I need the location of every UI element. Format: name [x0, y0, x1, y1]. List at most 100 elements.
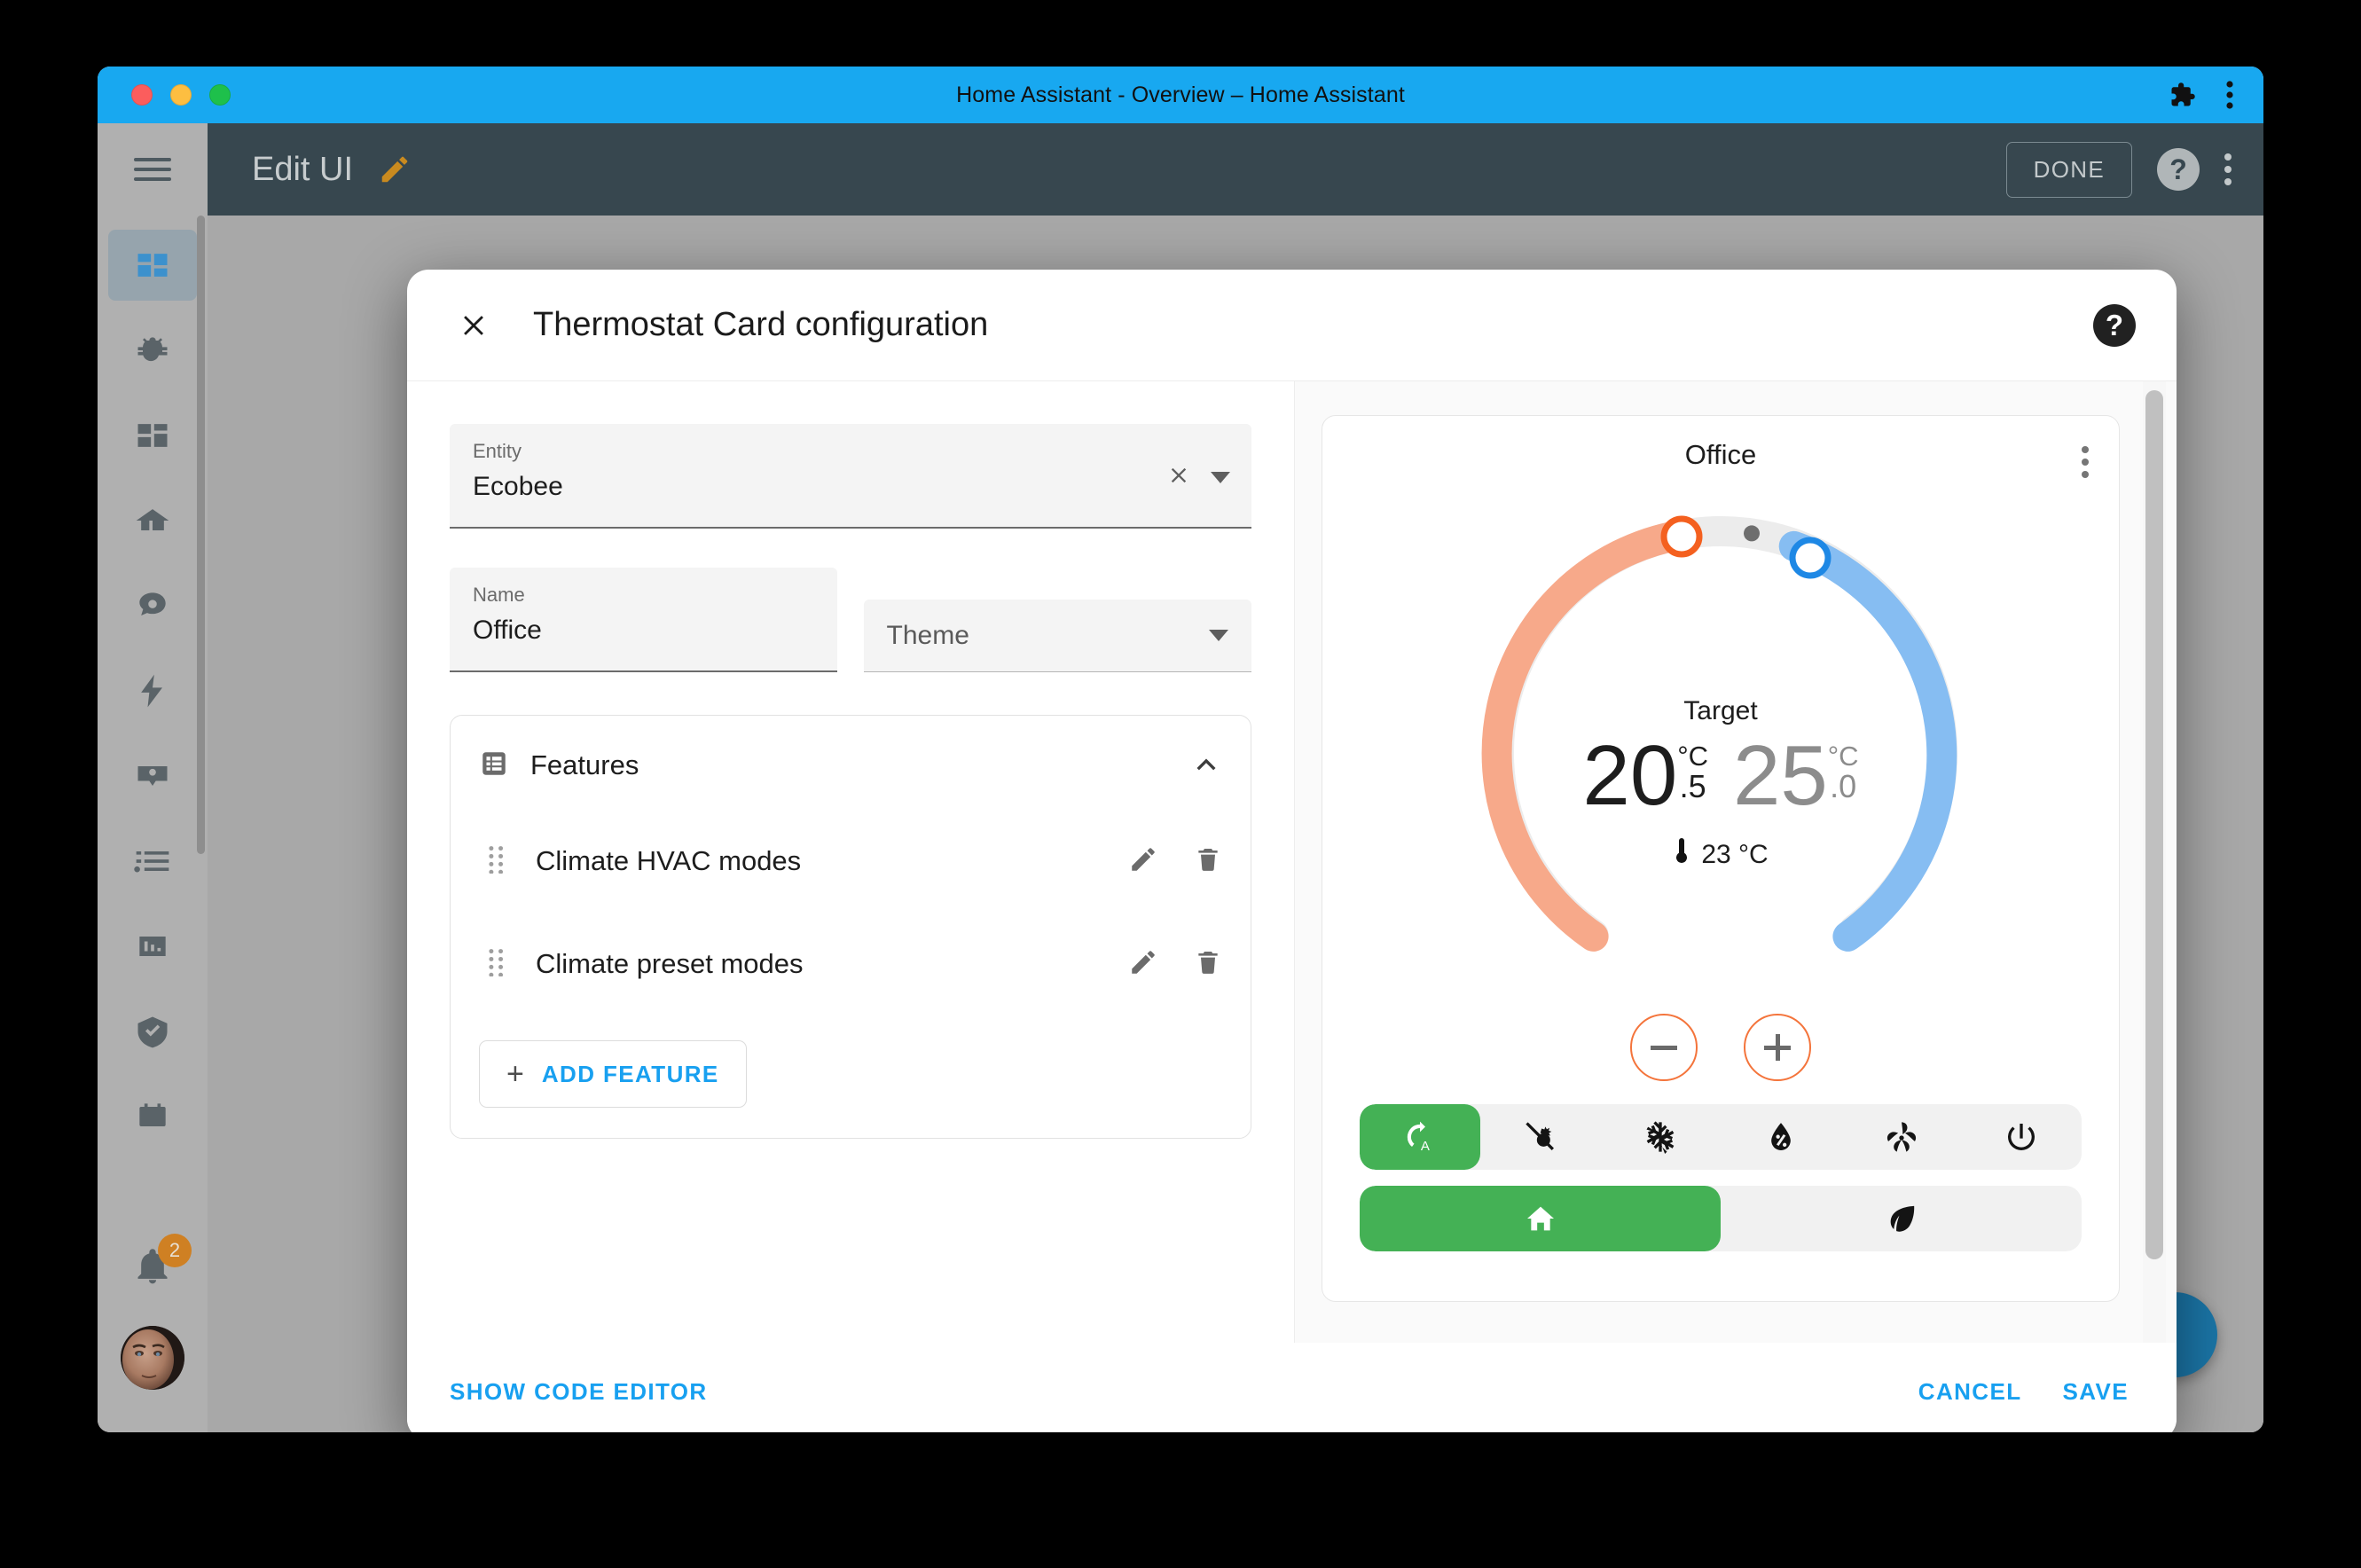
puzzle-icon[interactable]: [2169, 82, 2196, 108]
hvac-mode-cool[interactable]: [1600, 1104, 1721, 1170]
sidebar-items: [98, 216, 208, 1159]
name-theme-row: Name Office Theme: [450, 568, 1251, 672]
sidebar-item-security[interactable]: [98, 989, 208, 1074]
sidebar-item-automations[interactable]: [98, 563, 208, 648]
drag-handle-icon[interactable]: [488, 845, 511, 878]
cancel-button[interactable]: CANCEL: [1918, 1378, 2022, 1406]
sidebar-item-overview[interactable]: [98, 223, 208, 308]
done-button[interactable]: DONE: [2005, 141, 2132, 198]
high-target-temperature[interactable]: 25 °C .0: [1733, 728, 1859, 823]
notifications-button[interactable]: 2: [98, 1225, 208, 1310]
help-circle-icon[interactable]: ?: [2157, 148, 2200, 191]
config-form: Entity Ecobee Name Office Theme Features…: [407, 381, 1294, 1343]
preset-mode-home[interactable]: [1360, 1186, 1721, 1251]
power-icon: [2008, 1124, 2035, 1150]
plus-icon: [1764, 1034, 1791, 1061]
trash-icon[interactable]: [1194, 845, 1222, 878]
card-preview-pane: Office Target 20 °C .5 25 °C .0 23 °C A: [1294, 381, 2177, 1343]
low-temp-integer: 20: [1582, 728, 1678, 823]
high-temp-integer: 25: [1733, 728, 1828, 823]
add-feature-button[interactable]: + ADD FEATURE: [479, 1040, 747, 1108]
theme-select[interactable]: Theme: [863, 600, 1251, 672]
titlebar-actions: [2169, 67, 2233, 123]
hvac-mode-auto[interactable]: A: [1360, 1104, 1480, 1170]
calendar-icon: [139, 1103, 166, 1126]
features-header[interactable]: Features: [479, 741, 1222, 790]
entity-field[interactable]: Entity Ecobee: [450, 424, 1251, 529]
sidebar-item-logbook[interactable]: [98, 819, 208, 904]
sidebar-item-history[interactable]: [98, 904, 208, 989]
drag-handle-icon[interactable]: [488, 948, 511, 981]
hvac-mode-fan-only[interactable]: [1841, 1104, 1962, 1170]
thermostat-card-config-dialog: Thermostat Card configuration ? Entity E…: [407, 270, 2177, 1432]
bug-icon: [137, 337, 168, 362]
chevron-up-icon[interactable]: [1190, 748, 1222, 784]
dialog-header: Thermostat Card configuration ?: [407, 270, 2177, 380]
close-dialog-button[interactable]: [450, 302, 498, 349]
snowflake-icon: [1646, 1121, 1675, 1154]
save-button[interactable]: SAVE: [2063, 1378, 2129, 1406]
feature-row[interactable]: Climate HVAC modes: [479, 829, 1222, 893]
brain-gear-icon: [139, 592, 166, 615]
features-panel: Features Climate HVAC modes Climate pres…: [450, 715, 1251, 1139]
preview-scrollbar-thumb[interactable]: [2145, 390, 2163, 1259]
low-temp-fraction: .5: [1679, 768, 1706, 804]
feature-actions: [1128, 947, 1222, 982]
preset-modes-bar: [1360, 1186, 2082, 1251]
user-avatar[interactable]: [121, 1326, 184, 1390]
thermometer-icon: [1673, 838, 1690, 872]
app-body: 2 Edit UI DONE ? Thermostat Card configu…: [98, 123, 2263, 1432]
browser-menu-icon[interactable]: [2226, 81, 2233, 109]
theme-dropdown-icon[interactable]: [1209, 630, 1228, 641]
clear-entity-icon[interactable]: [1166, 463, 1191, 492]
sidebar-scrollbar[interactable]: [197, 216, 205, 854]
account-box-icon: [137, 766, 168, 786]
sidebar-item-dashboards[interactable]: [98, 393, 208, 478]
toolbar-overflow-icon[interactable]: [2224, 153, 2232, 185]
feature-label: Climate preset modes: [536, 948, 804, 979]
entity-dropdown-icon[interactable]: [1211, 472, 1230, 483]
chart-box-icon: [139, 937, 166, 956]
pencil-icon[interactable]: [1128, 844, 1158, 879]
autorenew-a-icon: A: [1407, 1121, 1430, 1154]
pencil-icon[interactable]: [378, 153, 412, 186]
name-field[interactable]: Name Office: [450, 568, 837, 672]
close-icon: [464, 315, 483, 335]
minus-icon: [1651, 1045, 1677, 1050]
feature-label: Climate HVAC modes: [536, 845, 802, 876]
temperature-decrease-button[interactable]: [1630, 1014, 1698, 1081]
add-feature-label: ADD FEATURE: [541, 1060, 719, 1087]
sidebar-toggle-button[interactable]: [98, 123, 208, 216]
sidebar-item-home[interactable]: [98, 478, 208, 563]
sidebar-item-calendar[interactable]: [98, 1074, 208, 1159]
svg-text:A: A: [1421, 1139, 1430, 1154]
water-percent-icon: [1771, 1123, 1791, 1150]
preview-overflow-icon[interactable]: [2082, 446, 2089, 478]
sidebar-item-energy[interactable]: [98, 648, 208, 733]
current-temperature-text: 23 °C: [1701, 840, 1769, 870]
thermostat-dial[interactable]: Target 20 °C .5 25 °C .0 23 °C: [1446, 487, 1996, 1019]
avatar-image: [121, 1326, 184, 1390]
dialog-help-icon[interactable]: ?: [2093, 303, 2136, 347]
entity-label: Entity: [473, 440, 522, 462]
hvac-mode-heat[interactable]: [1480, 1104, 1601, 1170]
sidebar-item-person[interactable]: [98, 733, 208, 819]
lightning-bolt-icon: [141, 674, 162, 708]
hvac-mode-off[interactable]: [1961, 1104, 2082, 1170]
temperature-increase-button[interactable]: [1744, 1014, 1811, 1081]
preset-mode-eco[interactable]: [1721, 1186, 2082, 1251]
high-temp-unit: °C: [1827, 741, 1859, 772]
show-code-editor-button[interactable]: SHOW CODE EDITOR: [450, 1378, 708, 1406]
sidebar-item-bugs[interactable]: [98, 308, 208, 393]
pencil-icon[interactable]: [1128, 947, 1158, 982]
feature-row[interactable]: Climate preset modes: [479, 932, 1222, 996]
shield-check-icon: [137, 1016, 168, 1048]
main-area: Edit UI DONE ? ADD CARD Thermostat Car: [208, 123, 2263, 1432]
low-target-temperature[interactable]: 20 °C .5: [1582, 728, 1708, 823]
sidebar-footer: 2: [98, 1225, 208, 1390]
trash-icon[interactable]: [1194, 948, 1222, 981]
format-list-icon: [134, 851, 169, 873]
browser-window: Home Assistant - Overview – Home Assista…: [98, 67, 2263, 1432]
home-icon: [1526, 1206, 1554, 1231]
hvac-mode-dry[interactable]: [1721, 1104, 1841, 1170]
